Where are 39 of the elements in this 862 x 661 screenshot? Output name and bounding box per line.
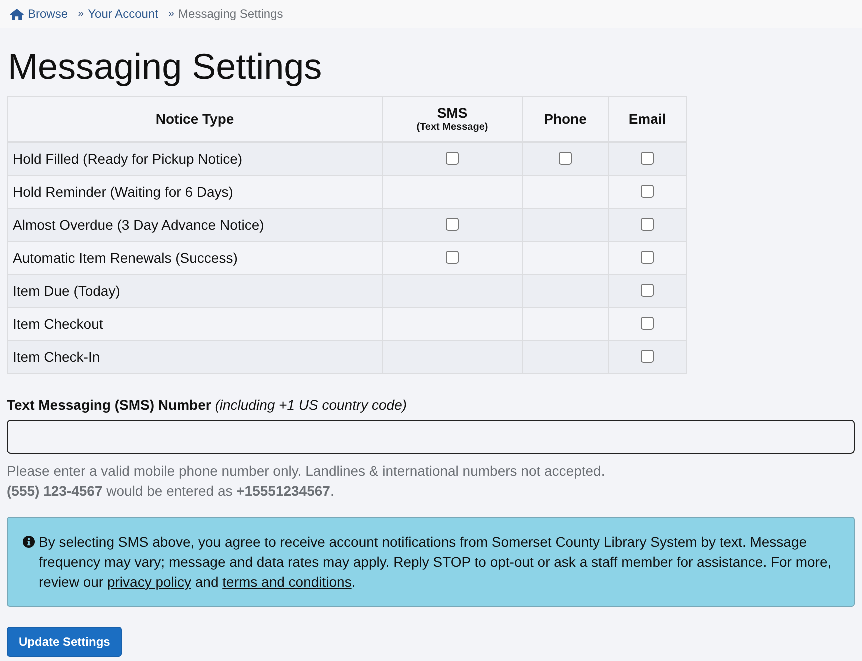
info-icon — [23, 536, 35, 548]
notice-type-cell: Item Check-In — [13, 349, 100, 365]
column-header: SMS — [436, 104, 469, 122]
policy-link[interactable]: privacy policy — [107, 574, 192, 590]
notice-type-cell: Hold Reminder (Waiting for 6 Days) — [13, 184, 234, 200]
notice-type-cell: Almost Overdue (3 Day Advance Notice) — [13, 217, 264, 233]
notice-checkbox[interactable] — [641, 218, 654, 231]
breadcrumb-separator: » — [78, 8, 84, 20]
consent-text: By selecting SMS above, you agree to receive account notifications from Somerset County Library System by text. Message frequency may vary; message and data rates may apply. Reply STOP to opt-out or ask a staff member for assistance. For more, review our privacy policy and terms and conditions. — [39, 533, 833, 592]
notice-checkbox[interactable] — [641, 316, 654, 330]
column-header: Notice Type — [154, 110, 236, 128]
page-title: Messaging Settings — [8, 46, 324, 88]
notice-type-cell: Item Due (Today) — [13, 283, 120, 299]
help-text: (555) 123-4567 would be entered as +15551234567. — [7, 482, 336, 501]
notice-type-cell: Automatic Item Renewals (Success) — [13, 250, 238, 266]
notice-checkbox[interactable] — [446, 250, 459, 264]
notice-type-cell: Hold Filled (Ready for Pickup Notice) — [13, 151, 243, 167]
notice-checkbox[interactable] — [641, 152, 654, 165]
notice-checkbox[interactable] — [641, 350, 654, 363]
help-text: Please enter a valid mobile phone number only. Landlines & international numbers not accepted. — [7, 462, 606, 481]
policy-link[interactable]: terms and conditions — [222, 574, 352, 590]
breadcrumb-current: Messaging Settings — [178, 7, 284, 21]
column-header: Email — [628, 110, 668, 128]
notice-type-cell: Item Checkout — [13, 316, 104, 332]
breadcrumb-separator: » — [168, 8, 175, 20]
notice-checkbox[interactable] — [559, 152, 572, 165]
sms-number-field[interactable] — [7, 420, 855, 454]
update-settings-button[interactable]: Update Settings — [7, 627, 122, 657]
notice-checkbox[interactable] — [446, 152, 459, 165]
sms-number-label: Text Messaging (SMS) Number (including +1 US country code) — [7, 396, 408, 414]
home-icon[interactable] — [10, 8, 24, 20]
notice-checkbox[interactable] — [641, 184, 654, 198]
notice-checkbox[interactable] — [641, 250, 654, 264]
breadcrumb-link[interactable]: Your Account — [88, 7, 158, 21]
notice-checkbox[interactable] — [446, 218, 459, 231]
column-header: Phone — [543, 110, 588, 128]
notice-checkbox[interactable] — [641, 284, 654, 297]
breadcrumb-link[interactable]: Browse — [28, 7, 68, 21]
column-subheader: (Text Message) — [416, 122, 490, 134]
